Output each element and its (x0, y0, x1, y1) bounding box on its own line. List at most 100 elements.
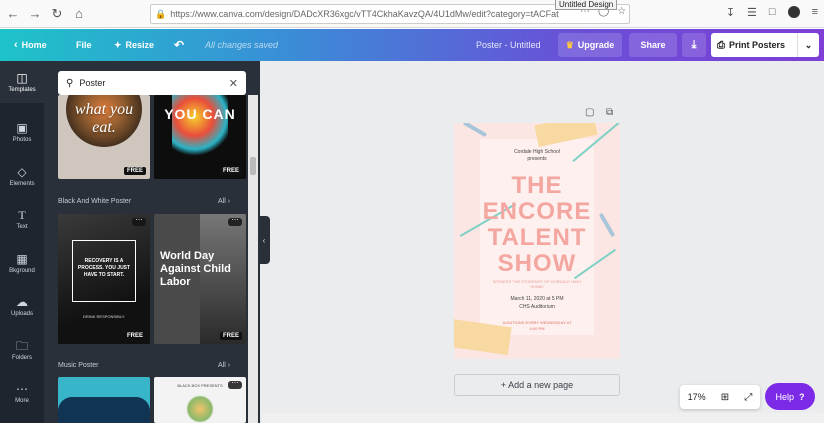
share-button[interactable]: Share (629, 33, 677, 57)
sidebar-item-label: Text (16, 223, 28, 230)
left-sidebar: ◫ Templates ▣ Photos ◇ Elements T Text ▦… (0, 61, 44, 423)
see-all-music-link[interactable]: All › (218, 362, 230, 369)
download-arrow-icon: ⤓ (691, 38, 697, 51)
sparkle-icon: ✦ (114, 39, 122, 50)
panel-scroll-thumb[interactable] (250, 157, 256, 175)
reload-icon[interactable]: ↻ (48, 5, 66, 23)
resize-label: Resize (125, 40, 155, 50)
more-icon: ⋯ (16, 381, 28, 396)
more-options-icon[interactable]: ⋯ (228, 380, 242, 389)
sidebar-item-label: Bkground (9, 267, 35, 274)
duplicate-page-icon[interactable]: ⧉ (606, 107, 613, 118)
template-thumbnail[interactable]: RECOVERY IS A PROCESS. YOU JUST HAVE TO … (58, 214, 150, 344)
template-music-shape (58, 397, 150, 423)
template-icon: ◫ (16, 70, 28, 85)
see-all-label: All (218, 198, 226, 205)
share-label: Share (640, 40, 666, 50)
download-button[interactable]: ⤓ (682, 33, 706, 57)
canvas-horizontal-scrollbar[interactable] (262, 413, 824, 423)
sidebar-item-label: More (15, 397, 29, 404)
sidebar-item-uploads[interactable]: ☁ Uploads (0, 285, 44, 327)
sidebar-item-text[interactable]: T Text (0, 198, 44, 240)
upgrade-button[interactable]: ♛ Upgrade (558, 33, 622, 57)
home-button[interactable]: ‹ Home (14, 29, 47, 61)
print-label: Print Posters (729, 40, 786, 50)
help-label: Help (775, 391, 794, 402)
save-status: All changes saved (205, 40, 279, 50)
poster-title-line: ENCORE (482, 198, 592, 225)
help-button[interactable]: Help ? (765, 383, 815, 410)
search-icon: ⚲ (66, 77, 74, 89)
design-title[interactable]: Poster - Untitled (476, 29, 541, 61)
more-options-icon[interactable]: ⋯ (132, 217, 146, 226)
sidebar-item-photos[interactable]: ▣ Photos (0, 111, 44, 153)
sidebar-item-background[interactable]: ▦ Bkground (0, 242, 44, 284)
chevron-right-icon: › (227, 198, 231, 205)
template-thumbnail[interactable] (58, 377, 150, 423)
sidebar-item-label: Templates (8, 86, 36, 93)
file-menu-button[interactable]: File (76, 29, 92, 61)
resize-button[interactable]: ✦ Resize (114, 29, 154, 61)
template-thumbnail[interactable]: World Day Against Child Labor ⋯ FREE (154, 214, 246, 344)
add-page-button[interactable]: + Add a new page (454, 374, 620, 396)
grid-view-icon[interactable]: ⊞ (721, 392, 729, 403)
reader-icon[interactable]: □ (769, 6, 776, 19)
crown-icon: ♛ (565, 39, 574, 50)
home-label: Home (21, 40, 47, 50)
text-icon: T (18, 207, 26, 222)
poster-school: Cordale High School (514, 149, 560, 155)
poster-blue-clip (462, 123, 488, 138)
sidebar-item-elements[interactable]: ◇ Elements (0, 155, 44, 197)
poster-title-line: THE (511, 172, 563, 199)
forward-icon[interactable]: → (26, 5, 44, 23)
panel-scrollbar[interactable] (248, 95, 258, 423)
template-flower-image (186, 395, 214, 423)
template-thumbnail[interactable]: what you eat. FREE (58, 95, 150, 179)
account-avatar[interactable] (787, 6, 800, 18)
tab-tooltip: Untitled Design (555, 0, 618, 10)
library-icon[interactable]: ☰ (747, 6, 757, 19)
sidebar-item-templates[interactable]: ◫ Templates (0, 61, 44, 103)
bookmark-star-icon[interactable]: ☆ (617, 6, 626, 17)
template-subtext: DRINK RESPONSIBLY. (82, 314, 126, 319)
search-input[interactable]: Poster (79, 78, 105, 88)
see-all-label: All (218, 362, 226, 369)
section-title-music: Music Poster (58, 362, 99, 369)
search-box[interactable]: ⚲ Poster ✕ (58, 71, 246, 95)
download-icon[interactable]: ↧ (726, 6, 735, 19)
copy-page-icon[interactable]: ▢ (585, 107, 594, 118)
clear-search-icon[interactable]: ✕ (229, 77, 238, 90)
undo-icon[interactable]: ↶ (174, 29, 184, 61)
sidebar-item-label: Elements (9, 180, 35, 187)
sidebar-item-label: Uploads (10, 310, 33, 317)
print-posters-button[interactable]: ⎙ Print Posters ⌄ (711, 33, 819, 57)
menu-icon[interactable]: ≡ (812, 6, 818, 19)
more-options-icon[interactable]: ⋯ (228, 217, 242, 226)
upload-icon: ☁ (16, 294, 28, 309)
fullscreen-icon[interactable]: ⤢ (744, 392, 752, 403)
lock-icon: 🔒 (155, 8, 167, 19)
sidebar-item-more[interactable]: ⋯ More (0, 372, 44, 414)
chevron-right-icon: › (227, 362, 231, 369)
url-text: https://www.canva.com/design/DADcXR36xgc… (170, 9, 559, 19)
see-all-bw-link[interactable]: All › (218, 198, 230, 205)
chevron-down-icon[interactable]: ⌄ (797, 33, 819, 57)
free-badge: FREE (123, 167, 146, 175)
template-heading: YOU CAN (164, 106, 236, 122)
poster-presents: presents (527, 156, 547, 162)
template-thumbnail[interactable]: YOU CAN FREE (154, 95, 246, 179)
sidebar-item-folders[interactable]: 🗀 Folders (0, 329, 44, 371)
printer-icon: ⎙ (717, 39, 725, 51)
template-heading: RECOVERY IS A PROCESS. YOU JUST HAVE TO … (77, 258, 131, 278)
help-icon: ? (799, 391, 805, 402)
collapse-panel-button[interactable]: ‹ (258, 216, 270, 264)
poster-witness: WITNESS THE STUDENTS OF CORDALE HIGH SHI… (492, 279, 582, 289)
browser-toolbar: ← → ↻ ⌂ 🔒 https://www.canva.com/design/D… (0, 0, 824, 28)
poster-title-line: SHOW (497, 250, 577, 277)
template-thumbnail[interactable]: BLACK BOX PRESENTS ⋯ (154, 377, 246, 423)
poster-design[interactable]: Cordale High School presents THE ENCORE … (454, 123, 620, 359)
back-icon[interactable]: ← (4, 5, 22, 23)
zoom-level[interactable]: 17% (688, 392, 706, 402)
sidebar-item-label: Folders (11, 354, 32, 361)
home-icon[interactable]: ⌂ (70, 5, 88, 23)
